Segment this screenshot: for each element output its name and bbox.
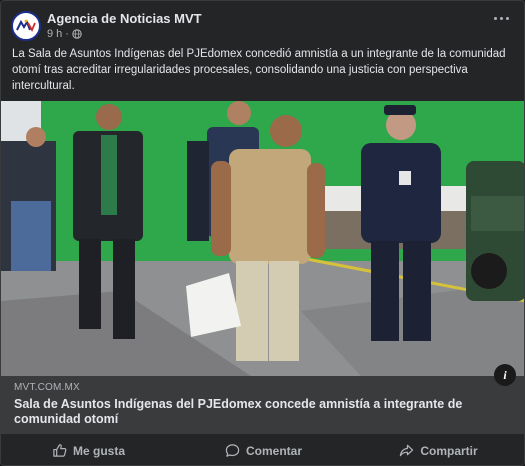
post-time[interactable]: 9 h — [47, 28, 62, 40]
like-button[interactable]: Me gusta — [1, 434, 176, 465]
post-photo[interactable] — [1, 101, 524, 376]
page-avatar[interactable] — [11, 11, 41, 41]
post-card: Agencia de Noticias MVT 9 h · La Sala de… — [0, 0, 525, 466]
thumbs-up-icon — [53, 444, 67, 457]
post-header: Agencia de Noticias MVT 9 h · — [1, 1, 524, 45]
news-photo-illustration — [1, 101, 524, 376]
meta-separator: · — [65, 28, 69, 40]
page-name[interactable]: Agencia de Noticias MVT — [47, 11, 202, 26]
post-meta: 9 h · — [47, 28, 82, 40]
comment-bubble-icon — [225, 444, 240, 457]
share-button[interactable]: Compartir — [351, 434, 524, 465]
share-label: Compartir — [420, 443, 478, 458]
info-icon[interactable]: i — [494, 364, 516, 386]
globe-icon — [72, 29, 82, 39]
more-options-icon[interactable] — [494, 15, 510, 23]
comment-button[interactable]: Comentar — [176, 434, 351, 465]
comment-label: Comentar — [245, 443, 302, 458]
share-arrow-icon — [400, 444, 414, 457]
link-title[interactable]: Sala de Asuntos Indígenas del PJEdomex c… — [14, 397, 504, 427]
post-caption: La Sala de Asuntos Indígenas del PJEdome… — [12, 48, 506, 92]
link-domain: MVT.COM.MX — [14, 382, 80, 393]
mvt-logo-icon — [16, 19, 36, 33]
like-label: Me gusta — [72, 443, 125, 458]
post-actions: Me gusta Comentar Compartir — [1, 433, 524, 465]
link-preview[interactable]: i MVT.COM.MX Sala de Asuntos Indígenas d… — [1, 364, 524, 433]
